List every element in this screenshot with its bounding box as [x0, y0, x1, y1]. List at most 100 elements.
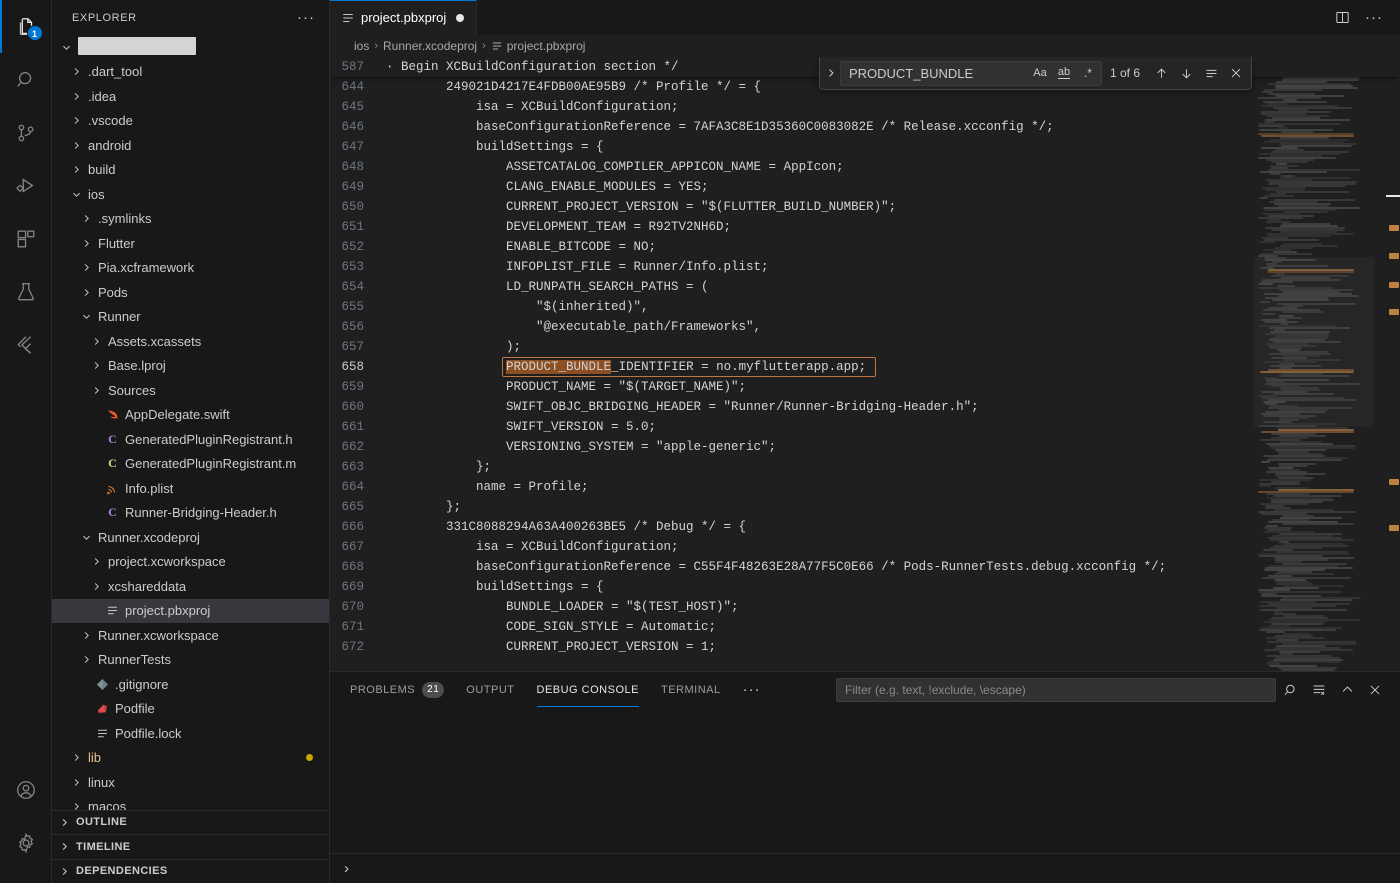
tree-item-pia-xcframework[interactable]: Pia.xcframework	[52, 256, 329, 281]
find-in-selection-toggle[interactable]	[1200, 62, 1222, 84]
activity-bar-item-accounts[interactable]	[0, 763, 52, 816]
tree-item-build[interactable]: build	[52, 158, 329, 183]
chevron-right-icon[interactable]	[70, 140, 82, 151]
code-line[interactable]: 669 buildSettings = {	[330, 577, 1400, 597]
activity-bar-item-testing[interactable]	[0, 265, 52, 318]
tree-item-sources[interactable]: Sources	[52, 378, 329, 403]
tree-item-flutter[interactable]: Flutter	[52, 231, 329, 256]
debug-console-filter-input[interactable]	[836, 677, 1276, 702]
code-line[interactable]: 651 DEVELOPMENT_TEAM = R92TV2NH6D;	[330, 217, 1400, 237]
code-line[interactable]: 653 INFOPLIST_FILE = Runner/Info.plist;	[330, 257, 1400, 277]
tree-item-linux[interactable]: linux	[52, 770, 329, 795]
chevron-right-icon[interactable]	[70, 164, 82, 175]
search-icon[interactable]	[1278, 677, 1304, 703]
tree-item-runnertests[interactable]: RunnerTests	[52, 648, 329, 673]
code-line[interactable]: 658 PRODUCT_BUNDLE_IDENTIFIER = no.myflu…	[330, 357, 1400, 377]
chevron-right-icon[interactable]	[70, 777, 82, 788]
code-line[interactable]: 657 );	[330, 337, 1400, 357]
tree-item-generatedpluginregistrant-m[interactable]: C GeneratedPluginRegistrant.m	[52, 452, 329, 477]
tree-item-idea[interactable]: .idea	[52, 84, 329, 109]
tree-item-runner-xcodeproj[interactable]: Runner.xcodeproj	[52, 525, 329, 550]
code-line[interactable]: 670 BUNDLE_LOADER = "$(TEST_HOST)";	[330, 597, 1400, 617]
activity-bar-item-search[interactable]	[0, 53, 52, 106]
previous-match-button[interactable]	[1150, 62, 1172, 84]
next-match-button[interactable]	[1175, 62, 1197, 84]
tree-item-runner[interactable]: Runner	[52, 305, 329, 330]
sidebar-section-outline[interactable]: OUTLINE	[52, 809, 329, 835]
sidebar-section-timeline[interactable]: TIMELINE	[52, 834, 329, 859]
tree-item-podfile[interactable]: Podfile	[52, 697, 329, 722]
code-line[interactable]: 664 name = Profile;	[330, 477, 1400, 497]
chevron-right-icon[interactable]	[70, 115, 82, 126]
code-line[interactable]: 656 "@executable_path/Frameworks",	[330, 317, 1400, 337]
code-line[interactable]: 663 };	[330, 457, 1400, 477]
code-line[interactable]: 647 buildSettings = {	[330, 137, 1400, 157]
code-line[interactable]: 649 CLANG_ENABLE_MODULES = YES;	[330, 177, 1400, 197]
chevron-right-icon[interactable]	[90, 581, 102, 592]
close-find-button[interactable]	[1225, 62, 1247, 84]
activity-bar-item-extensions[interactable]	[0, 212, 52, 265]
tree-item-vscode[interactable]: .vscode	[52, 109, 329, 134]
sidebar-section-dependencies[interactable]: DEPENDENCIES	[52, 858, 329, 883]
find-input-wrapper[interactable]: Aa ab .*	[839, 60, 1102, 86]
find-input[interactable]	[848, 65, 1029, 81]
chevron-right-icon[interactable]	[70, 801, 82, 810]
chevron-right-icon[interactable]	[70, 66, 82, 77]
editor-tab-project-pbxproj[interactable]: project.pbxproj	[330, 0, 478, 35]
code-line[interactable]: 660 SWIFT_OBJC_BRIDGING_HEADER = "Runner…	[330, 397, 1400, 417]
chevron-right-icon[interactable]	[80, 262, 92, 273]
chevron-right-icon[interactable]	[80, 287, 92, 298]
tree-item-runner-xcworkspace[interactable]: Runner.xcworkspace	[52, 623, 329, 648]
match-case-toggle[interactable]: Aa	[1029, 63, 1051, 83]
tree-item-macos[interactable]: macos	[52, 795, 329, 810]
code-line[interactable]: 655 "$(inherited)",	[330, 297, 1400, 317]
tree-item-xcshareddata[interactable]: xcshareddata	[52, 574, 329, 599]
code-line[interactable]: 672 CURRENT_PROJECT_VERSION = 1;	[330, 637, 1400, 657]
code-line[interactable]: 668 baseConfigurationReference = C55F4F4…	[330, 557, 1400, 577]
use-regex-toggle[interactable]: .*	[1077, 63, 1099, 83]
panel-tab-problems[interactable]: PROBLEMS 21	[350, 672, 445, 707]
tree-item-android[interactable]: android	[52, 133, 329, 158]
chevron-right-icon[interactable]	[80, 654, 92, 665]
tree-item-base-lproj[interactable]: Base.lproj	[52, 354, 329, 379]
tree-item-symlinks[interactable]: .symlinks	[52, 207, 329, 232]
maximize-panel-icon[interactable]	[1334, 677, 1360, 703]
chevron-right-icon[interactable]	[90, 385, 102, 396]
tree-item-ios[interactable]: ios	[52, 182, 329, 207]
overview-ruler[interactable]	[1386, 77, 1400, 671]
chevron-down-icon[interactable]	[80, 532, 92, 543]
chevron-down-icon[interactable]	[70, 189, 82, 200]
chevron-down-icon[interactable]	[80, 311, 92, 322]
panel-tab-output[interactable]: OUTPUT	[466, 672, 514, 707]
code-line[interactable]: 650 CURRENT_PROJECT_VERSION = "$(FLUTTER…	[330, 197, 1400, 217]
tree-item-appdelegate-swift[interactable]: AppDelegate.swift	[52, 403, 329, 428]
chevron-right-icon[interactable]	[70, 752, 82, 763]
code-line[interactable]: 646 baseConfigurationReference = 7AFA3C8…	[330, 117, 1400, 137]
tree-item-podfile-lock[interactable]: Podfile.lock	[52, 721, 329, 746]
panel-tab-terminal[interactable]: TERMINAL	[661, 672, 721, 707]
close-panel-icon[interactable]	[1362, 677, 1388, 703]
code-line[interactable]: 662 VERSIONING_SYSTEM = "apple-generic";	[330, 437, 1400, 457]
code-line[interactable]: 667 isa = XCBuildConfiguration;	[330, 537, 1400, 557]
code-lines-container[interactable]: 644 249021D4217E4FDB00AE95B9 /* Profile …	[330, 77, 1400, 671]
code-line[interactable]: 666 331C8088294A63A400263BE5 /* Debug */…	[330, 517, 1400, 537]
code-line[interactable]: 659 PRODUCT_NAME = "$(TARGET_NAME)";	[330, 377, 1400, 397]
tree-item-dart-tool[interactable]: .dart_tool	[52, 60, 329, 85]
chevron-right-icon[interactable]	[80, 238, 92, 249]
breadcrumb-item-runner-xcodeproj[interactable]: Runner.xcodeproj	[383, 39, 477, 53]
breadcrumb-item-file[interactable]: project.pbxproj	[491, 39, 585, 53]
more-actions-icon[interactable]: ···	[1360, 4, 1388, 32]
tree-item-project-pbxproj[interactable]: project.pbxproj	[52, 598, 329, 623]
activity-bar-item-run-and-debug[interactable]	[0, 159, 52, 212]
code-line[interactable]: 648 ASSETCATALOG_COMPILER_APPICON_NAME =…	[330, 157, 1400, 177]
code-line[interactable]: 645 isa = XCBuildConfiguration;	[330, 97, 1400, 117]
match-whole-word-toggle[interactable]: ab	[1053, 63, 1075, 83]
tree-item-gitignore[interactable]: .gitignore	[52, 672, 329, 697]
activity-bar-item-flutter[interactable]	[0, 318, 52, 371]
split-editor-icon[interactable]	[1328, 4, 1356, 32]
tree-item-assets-xcassets[interactable]: Assets.xcassets	[52, 329, 329, 354]
debug-console-input[interactable]: ›	[330, 853, 1400, 883]
panel-tab-debug-console[interactable]: DEBUG CONSOLE	[536, 672, 640, 707]
sidebar-more-actions-button[interactable]: ···	[291, 10, 321, 25]
activity-bar-item-source-control[interactable]	[0, 106, 52, 159]
